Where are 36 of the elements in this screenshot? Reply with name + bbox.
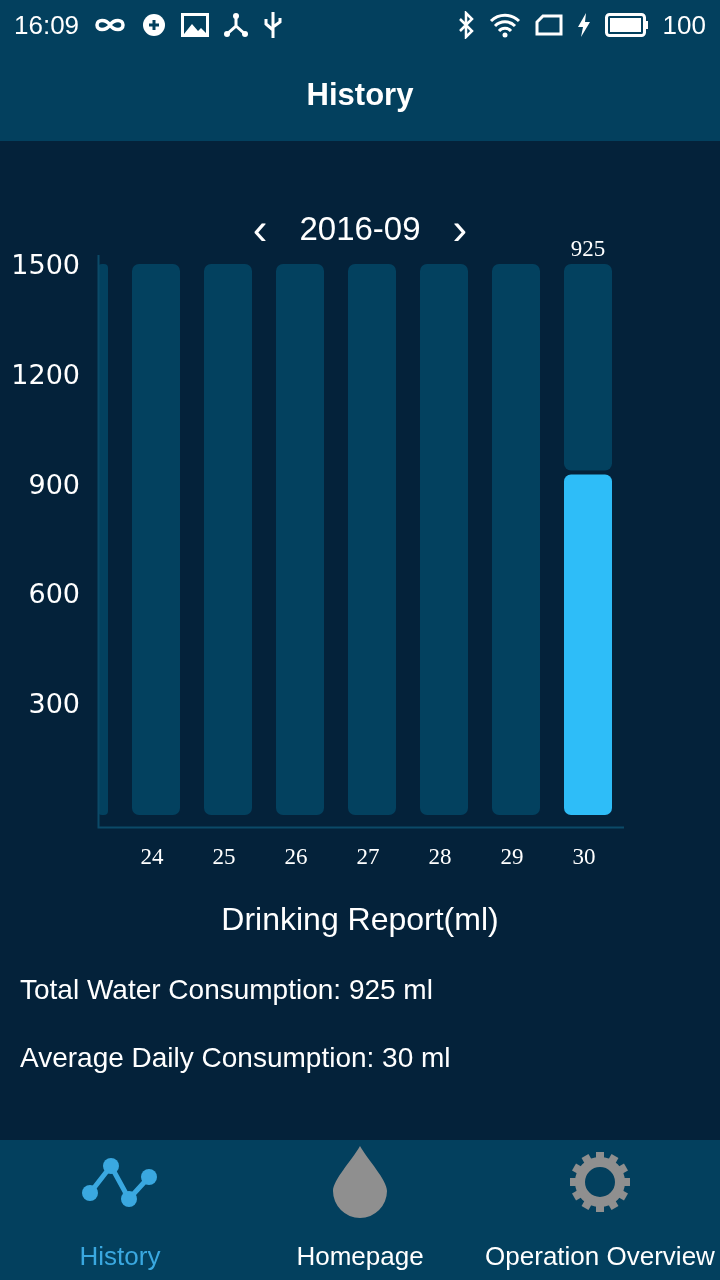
status-time: 16:09 [14, 8, 80, 42]
x-axis-label: 27 [356, 844, 380, 869]
charging-icon [576, 12, 591, 38]
y-axis-label: 1200 [11, 358, 80, 390]
x-axis-label: 24 [140, 844, 164, 869]
bluetooth-icon [456, 11, 475, 39]
x-axis-label: 26 [284, 844, 308, 869]
previous-month-button[interactable]: ‹ [248, 211, 272, 247]
x-axis-label: 30 [572, 844, 596, 869]
network-icon [223, 12, 250, 38]
x-axis-label: 25 [212, 844, 236, 869]
infinity-icon [93, 16, 128, 34]
y-axis-label: 1500 [11, 249, 80, 280]
gear-icon [570, 1151, 630, 1212]
value-label: 925 [570, 237, 606, 261]
usb-icon [263, 10, 284, 40]
sim-icon [534, 14, 563, 36]
month-label: 2016-09 [299, 209, 421, 250]
y-axis-label: 300 [28, 688, 80, 720]
y-axis-label: 600 [28, 578, 80, 610]
report-line: Average Daily Consumption: 30 ml [20, 1042, 451, 1073]
battery-level: 100 [662, 8, 706, 42]
nav-tab[interactable]: Homepage [240, 1140, 480, 1280]
x-axis-label: 29 [500, 844, 524, 869]
x-axis-label: 28 [428, 844, 452, 869]
water-drop-icon [332, 1145, 388, 1218]
next-month-button[interactable]: › [448, 211, 472, 247]
image-icon [181, 13, 210, 37]
page-title: History [306, 76, 414, 115]
nav-tab[interactable]: History [0, 1140, 240, 1280]
report-line: Total Water Consumption: 925 ml [20, 974, 433, 1005]
nav-tab[interactable]: Operation Overview [480, 1140, 720, 1280]
wifi-icon [488, 12, 521, 38]
report-title: Drinking Report(ml) [221, 901, 499, 937]
battery-icon [604, 13, 649, 37]
y-axis-label: 900 [28, 468, 80, 500]
